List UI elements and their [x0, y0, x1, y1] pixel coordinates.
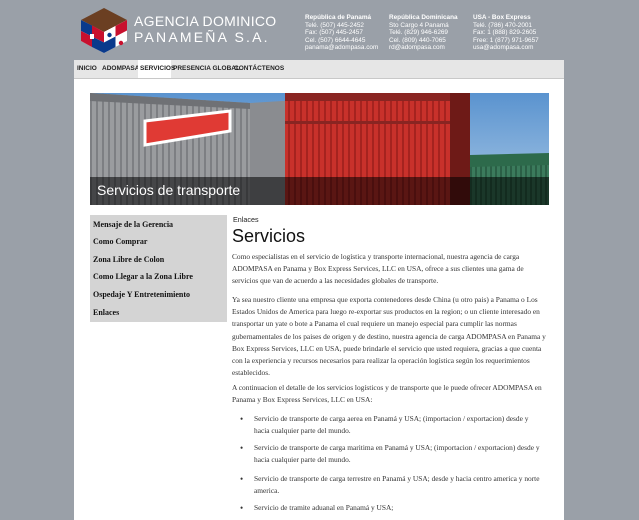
main-nav: INICIO ADOMPASA SERVICIOS PRESENCIA GLOB… [74, 60, 564, 79]
site-header: AGENCIA DOMINICO PANAMEÑA S.A. República… [0, 0, 639, 60]
body-paragraph: Ya sea nuestro cliente una empresa que e… [232, 295, 546, 378]
services-intro-paragraph: A continuacion el detalle de los servici… [232, 383, 542, 405]
bullet-dot: • [240, 474, 244, 484]
service-item: Servicio de transporte de carga terrestr… [254, 474, 540, 496]
intro-paragraph: Como especialistas en el servicio de log… [232, 252, 524, 286]
contact-usa: USA - Box Express Telé. (786) 470-2001 F… [473, 14, 539, 52]
contact-dominicana: República Dominicana Sto Cargo 4 Panamá … [389, 14, 458, 52]
contact-email[interactable]: rd@adompasa.com [389, 44, 458, 52]
banner-caption-bar: Servicios de transporte [90, 177, 549, 205]
service-item: Servicio de tramite aduanal en Panamá y … [254, 503, 394, 512]
contact-title: USA - Box Express [473, 14, 531, 21]
nav-item-adompasa[interactable]: ADOMPASA [102, 60, 139, 78]
sidebar-item-zona-libre[interactable]: Zona Libre de Colon [93, 255, 164, 264]
contact-line: Telé. (829) 946-6269 [389, 29, 448, 37]
contact-title: República Dominicana [389, 14, 458, 21]
sidebar-item-enlaces[interactable]: Enlaces [93, 308, 119, 317]
contact-line: Fax: 1 (888) 829-2605 [473, 29, 537, 37]
contact-title: República de Panamá [305, 14, 372, 21]
page-title: Servicios [232, 226, 306, 246]
sidebar-menu: Mensaje de la Gerencia Como Comprar Zona… [90, 215, 227, 322]
contact-line: Free: 1 (877) 971-9657 [473, 36, 539, 44]
breadcrumb[interactable]: Enlaces [233, 215, 259, 224]
contact-line: Telé. (507) 445-2452 [305, 21, 364, 29]
sidebar-item-mensaje-gerencia[interactable]: Mensaje de la Gerencia [93, 220, 173, 229]
sidebar-item-como-comprar[interactable]: Como Comprar [93, 237, 147, 246]
contact-email[interactable]: usa@adompasa.com [473, 44, 539, 52]
nav-item-contactenos[interactable]: CONTÁCTENOS [234, 60, 284, 78]
bullet-dot: • [240, 443, 244, 453]
bullet-dot: • [240, 414, 244, 424]
contact-line: Cel. (809) 440-7065 [389, 36, 446, 44]
nav-item-presencia-global[interactable]: PRESENCIA GLOBAL [173, 60, 240, 78]
brand-name-line2: PANAMEÑA S.A. [134, 29, 270, 45]
service-item: Servicio de transporte de carga aerea en… [254, 414, 529, 436]
banner-caption: Servicios de transporte [97, 182, 241, 198]
logo[interactable] [79, 6, 129, 54]
brand-name-line1: AGENCIA DOMINICO [134, 13, 277, 29]
hero-banner: Servicios de transporte [90, 93, 549, 205]
contact-panama: República de Panamá Telé. (507) 445-2452… [305, 14, 378, 52]
nav-item-servicios[interactable]: SERVICIOS [138, 60, 175, 78]
contact-line: Sto Cargo 4 Panamá [389, 21, 449, 29]
service-item: Servicio de transporte de carga maritima… [254, 443, 540, 465]
contact-email[interactable]: panama@adompasa.com [305, 44, 378, 52]
sidebar-item-como-llegar[interactable]: Como Llegar a la Zona Libre [93, 272, 193, 281]
nav-item-inicio[interactable]: INICIO [74, 60, 103, 78]
contact-line: Telé. (786) 470-2001 [473, 21, 532, 29]
contact-line: Cel. (507) 6644-4645 [305, 36, 366, 44]
logo-cube-icon [81, 8, 127, 53]
bullet-dot: • [240, 503, 244, 513]
contact-line: Fax: (507) 445-2457 [305, 29, 363, 37]
sidebar-item-ospedaje[interactable]: Ospedaje Y Entretenimiento [93, 290, 190, 299]
